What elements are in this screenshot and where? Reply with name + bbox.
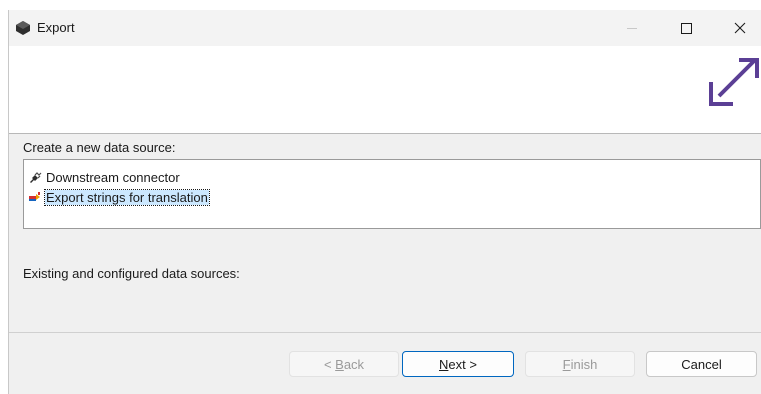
existing-section-label: Existing and configured data sources: [23,266,240,281]
wizard-banner [9,46,761,134]
maximize-icon [680,22,692,34]
close-icon [734,22,746,34]
list-item-label: Export strings for translation [44,188,210,206]
back-button[interactable]: < Back [289,351,399,377]
finish-button-rest: inish [570,356,598,372]
export-dialog: Export Create a new data source: Downstr… [8,10,761,394]
window-title: Export [37,20,75,35]
next-button-mnemonic: N [439,356,449,372]
next-button[interactable]: Next > [402,351,514,377]
back-button-prefix: < [323,356,336,372]
new-data-source-list[interactable]: Downstream connector Export strings for … [23,159,761,229]
minimize-button[interactable] [609,10,655,46]
maximize-button[interactable] [663,10,709,46]
cancel-button[interactable]: Cancel [646,351,757,377]
finish-button[interactable]: Finish [525,351,635,377]
minimize-icon [627,27,637,29]
finish-button-mnemonic: F [562,356,571,372]
create-section-label: Create a new data source: [23,140,176,155]
back-button-rest: ack [343,356,365,372]
list-item-export-strings[interactable]: Export strings for translation [28,188,210,206]
list-item-label: Downstream connector [46,169,180,185]
list-item-downstream-connector[interactable]: Downstream connector [28,169,181,185]
app-logo-icon [16,21,30,35]
next-button-rest: ext > [448,356,477,372]
footer-divider [9,332,761,333]
export-arrow-icon [709,58,759,106]
close-button[interactable] [717,10,761,46]
plug-connector-icon [30,172,42,183]
translation-icon [29,192,40,201]
title-bar[interactable]: Export [9,10,761,46]
back-button-mnemonic: B [335,356,344,372]
